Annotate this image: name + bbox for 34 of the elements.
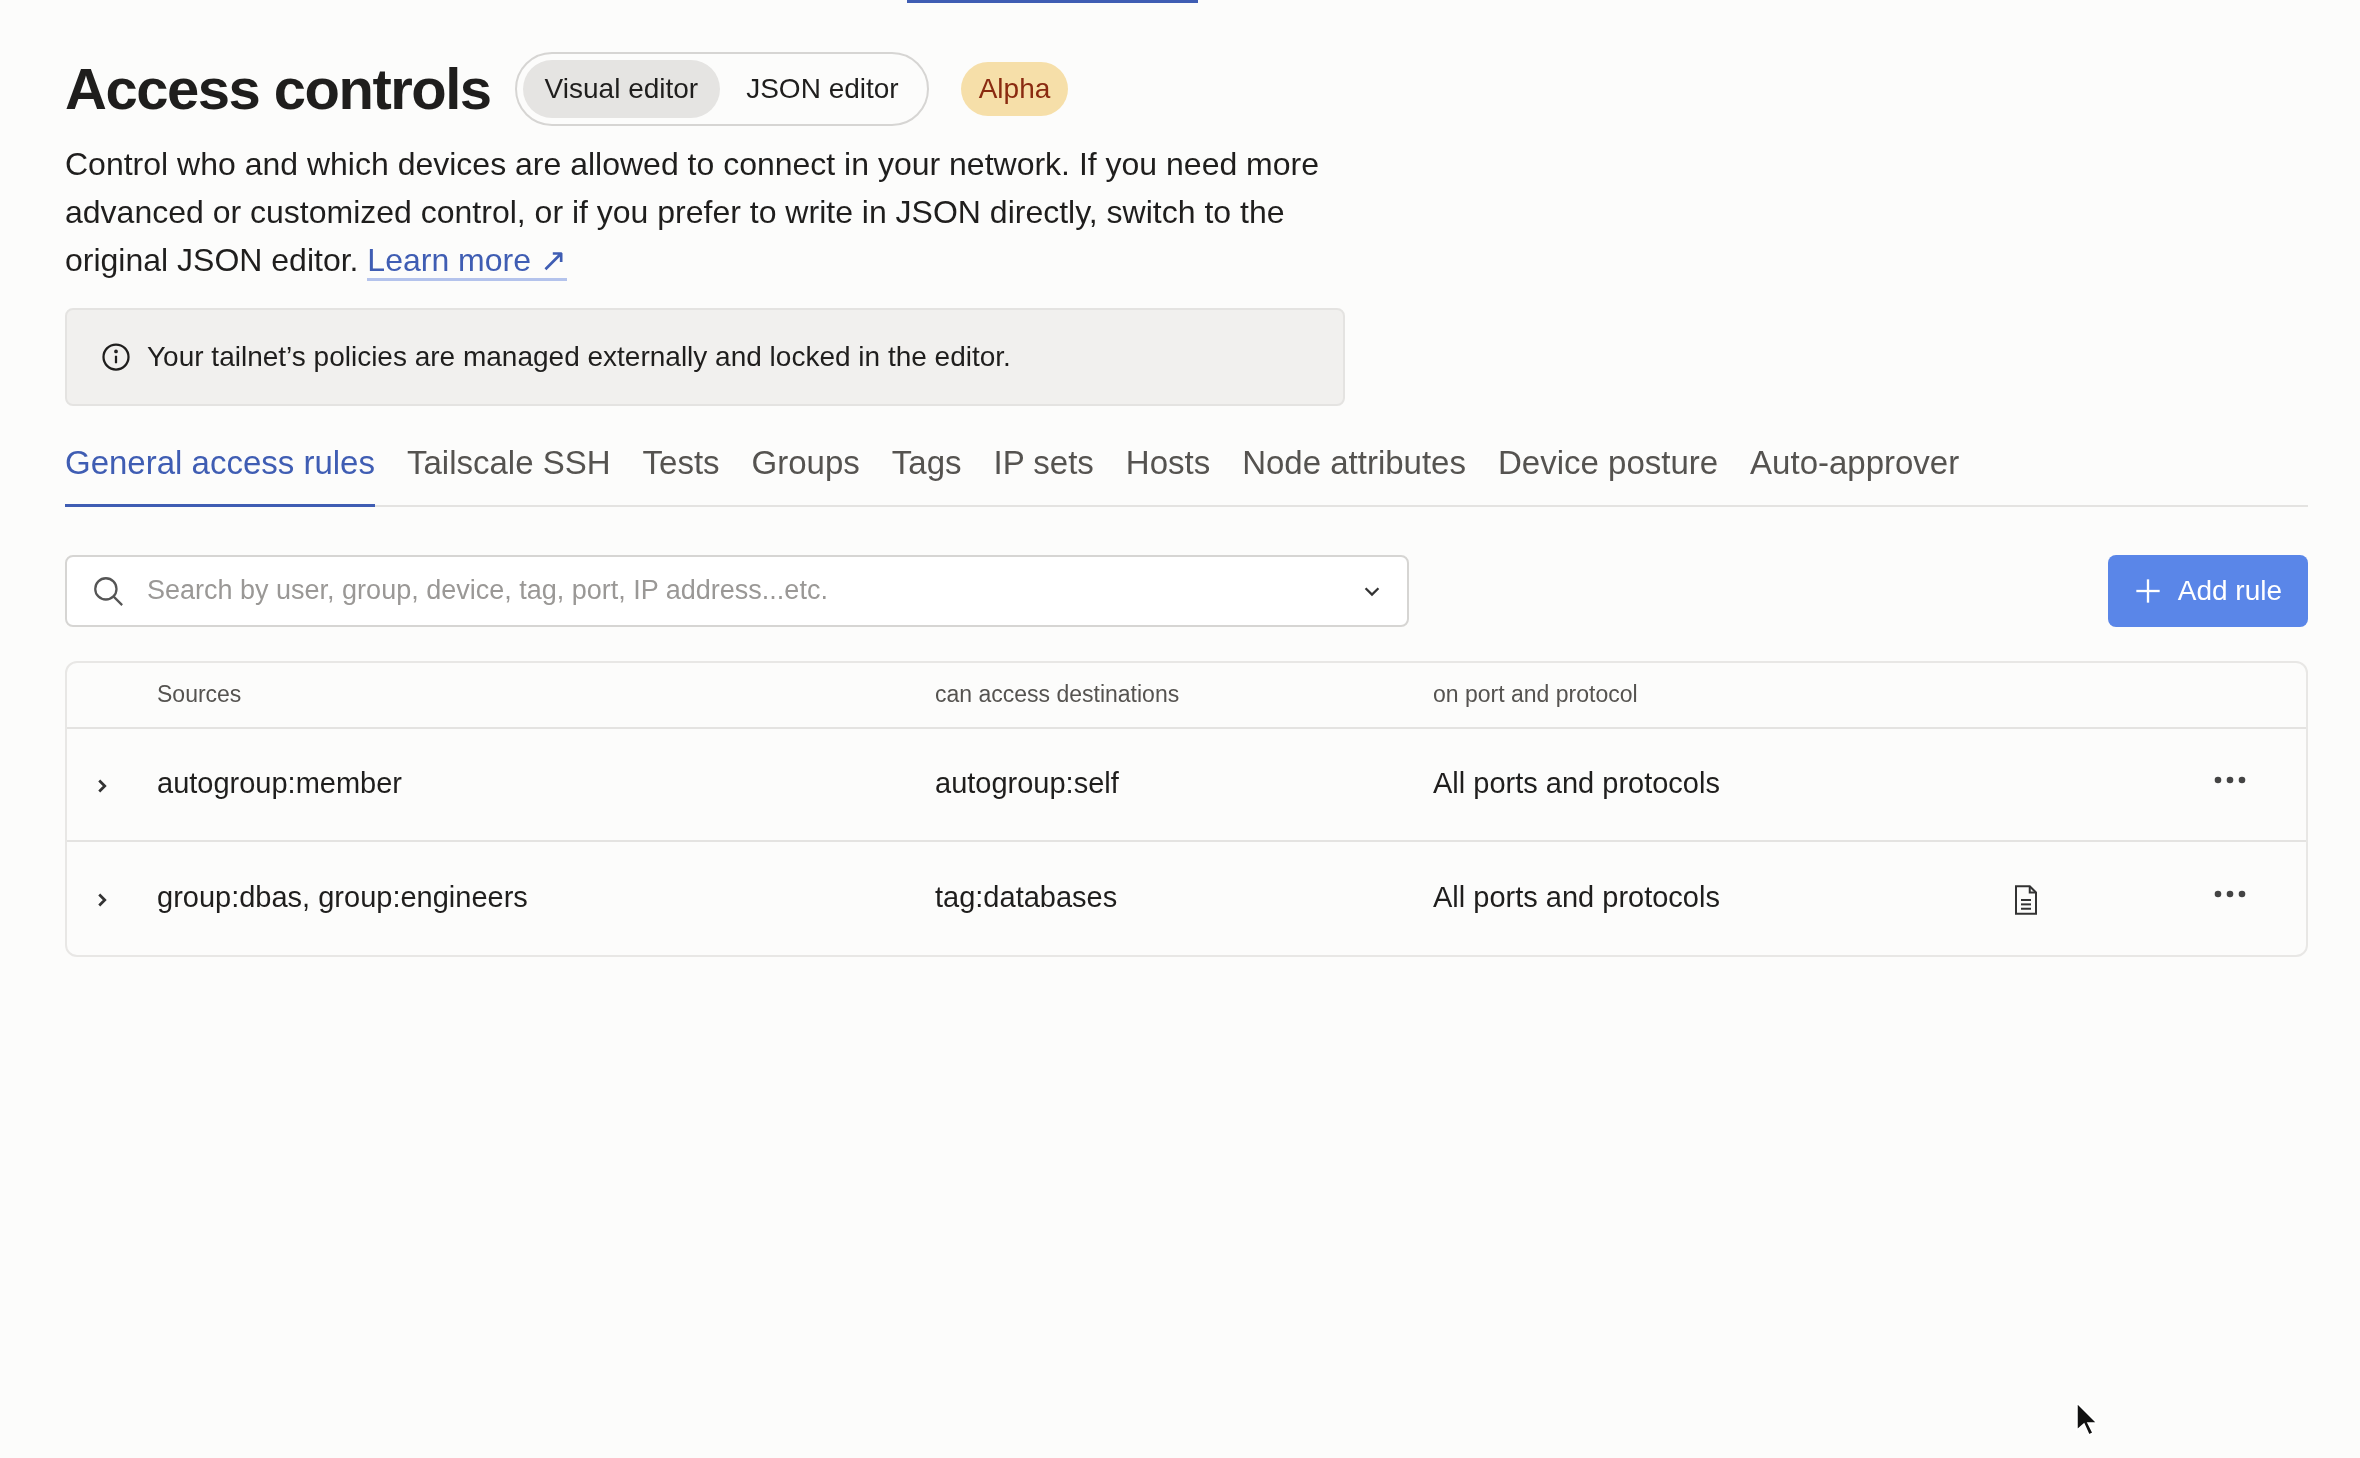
- editor-mode-tab[interactable]: Visual editor: [522, 60, 721, 118]
- table-cell-text: All ports and protocols: [1433, 766, 1721, 802]
- notice-text: Your tailnet’s policies are managed externally and locked in the editor.: [147, 340, 1011, 374]
- table-cell-text: All ports and protocols: [1433, 880, 1721, 916]
- editor-mode-tab[interactable]: JSON editor: [724, 60, 921, 118]
- alpha-badge: Alpha: [960, 62, 1069, 116]
- column-header: can access destinations: [935, 680, 1181, 710]
- column-header: on port and protocol: [1433, 680, 1639, 710]
- table-cell-text: group:dbas, group:engineers: [157, 880, 529, 916]
- search-field[interactable]: Search by user, group, device, tag, port, IP address...etc.: [145, 569, 1341, 612]
- tab[interactable]: Hosts: [1125, 438, 1211, 507]
- tab[interactable]: Tests: [642, 438, 720, 507]
- info-icon: [101, 342, 131, 372]
- mouse-cursor-icon: [2076, 1402, 2098, 1436]
- tab[interactable]: Groups: [751, 438, 860, 507]
- tab[interactable]: Node attributes: [1242, 438, 1466, 507]
- table-cell-text: autogroup:self: [935, 766, 1120, 802]
- table-cell-text: tag:databases: [935, 880, 1119, 916]
- learn-more-link[interactable]: Learn more ↗: [367, 242, 567, 281]
- tab[interactable]: General access rules: [65, 438, 375, 507]
- table-cell-text: autogroup:member: [157, 766, 404, 802]
- tab[interactable]: Device posture: [1498, 438, 1719, 507]
- more-options-icon[interactable]: [2213, 889, 2247, 899]
- tab[interactable]: Auto-approver: [1750, 438, 1960, 507]
- more-options-icon[interactable]: [2213, 775, 2247, 785]
- tab[interactable]: Tailscale SSH: [407, 438, 611, 507]
- tab[interactable]: Tags: [891, 438, 962, 507]
- description-text: Control who and which devices are allowed to connect in your network. If you need more advanced or customized control, or if you prefer to write in JSON directly, switch to the original JSON editor. Learn more ↗: [65, 140, 1395, 284]
- tab[interactable]: IP sets: [993, 438, 1094, 507]
- search-box[interactable]: Search by user, group, device, tag, port, IP address...etc.: [65, 554, 1409, 627]
- column-header: Sources: [157, 680, 243, 710]
- plus-icon: [2133, 576, 2162, 605]
- document-icon[interactable]: [2013, 884, 2039, 915]
- page-title: Access controls: [65, 55, 491, 124]
